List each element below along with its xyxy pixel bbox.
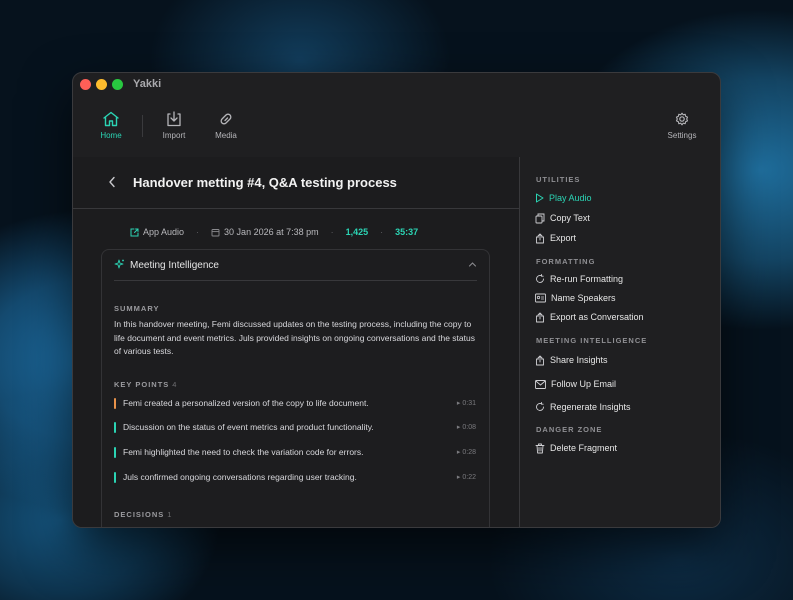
key-point-marker	[114, 447, 116, 458]
chevron-up-icon[interactable]	[468, 261, 477, 268]
media-button[interactable]: Media	[201, 111, 251, 140]
key-point-timestamp[interactable]: ▸ 0:22	[457, 473, 476, 481]
key-point-timestamp[interactable]: ▸ 0:31	[457, 399, 476, 407]
gear-icon	[675, 112, 689, 126]
date-text: 30 Jan 2026 at 7:38 pm	[224, 227, 319, 237]
toolbar-separator	[142, 115, 143, 137]
share-icon	[536, 233, 544, 243]
source-meta: App Audio	[130, 227, 184, 237]
duration: 35:37	[395, 227, 419, 237]
play-icon	[536, 193, 544, 203]
export-button[interactable]: Export	[535, 231, 576, 245]
toolbar: Home Import Media Settings	[73, 97, 720, 157]
import-button[interactable]: Import	[149, 111, 199, 140]
share-insights-button[interactable]: Share Insights	[535, 353, 608, 367]
home-button[interactable]: Home	[86, 111, 136, 140]
main-pane: Handover metting #4, Q&A testing process…	[73, 157, 519, 527]
back-button[interactable]	[107, 175, 117, 194]
decisions-count: 1	[167, 510, 173, 519]
copy-text-button[interactable]: Copy Text	[535, 211, 590, 225]
mail-icon	[535, 379, 546, 389]
key-point-item[interactable]: Juls confirmed ongoing conversations reg…	[114, 471, 476, 485]
share-icon	[536, 355, 544, 365]
import-icon	[167, 111, 181, 127]
trash-icon	[535, 443, 545, 453]
decisions-label: DECISIONS 1	[114, 510, 173, 519]
maximize-window-button[interactable]	[112, 79, 123, 90]
chevron-left-icon	[109, 176, 115, 188]
key-point-text: Femi highlighted the need to check the v…	[123, 447, 364, 457]
regenerate-insights-button[interactable]: Regenerate Insights	[535, 400, 631, 414]
formatting-label: FORMATTING	[536, 257, 596, 266]
key-point-text: Femi created a personalized version of t…	[123, 398, 369, 408]
app-window: Yakki Home Import Media Settings Handove…	[72, 72, 721, 528]
refresh-icon	[536, 402, 544, 411]
key-point-marker	[114, 398, 116, 409]
copy-icon	[535, 213, 545, 223]
name-speakers-button[interactable]: Name Speakers	[535, 291, 616, 305]
external-source-icon	[130, 228, 139, 236]
close-window-button[interactable]	[80, 79, 91, 90]
page-title: Handover metting #4, Q&A testing process	[133, 175, 397, 190]
key-point-text: Juls confirmed ongoing conversations reg…	[123, 472, 357, 482]
key-point-item[interactable]: Discussion on the status of event metric…	[114, 421, 476, 435]
meeting-intelligence-card: Meeting Intelligence SUMMARY In this han…	[101, 249, 490, 527]
summary-label: SUMMARY	[114, 304, 160, 313]
key-point-item[interactable]: Femi highlighted the need to check the v…	[114, 446, 476, 460]
sparkle-icon	[114, 259, 124, 269]
settings-button[interactable]: Settings	[657, 111, 707, 140]
rerun-formatting-button[interactable]: Re-run Formatting	[535, 272, 623, 286]
utilities-label: UTILITIES	[536, 175, 581, 184]
delete-fragment-button[interactable]: Delete Fragment	[535, 441, 617, 455]
actions-sidebar: UTILITIES Play Audio Copy Text Export FO…	[519, 157, 720, 527]
home-icon	[103, 111, 119, 127]
key-point-timestamp[interactable]: ▸ 0:28	[457, 448, 476, 456]
source-text: App Audio	[143, 227, 185, 237]
summary-text: In this handover meeting, Femi discussed…	[114, 319, 475, 356]
recording-meta: App Audio · 30 Jan 2026 at 7:38 pm · 1,4…	[130, 225, 418, 239]
card-title: Meeting Intelligence	[130, 260, 219, 271]
home-label: Home	[100, 131, 122, 140]
play-audio-button[interactable]: Play Audio	[535, 191, 592, 205]
key-point-timestamp[interactable]: ▸ 0:08	[457, 423, 476, 431]
title-bar: Yakki	[73, 73, 720, 97]
settings-label: Settings	[667, 131, 697, 140]
follow-up-email-button[interactable]: Follow Up Email	[535, 377, 616, 391]
link-icon	[220, 113, 232, 125]
word-count: 1,425	[345, 227, 369, 237]
import-label: Import	[162, 131, 186, 140]
key-points-label: KEY POINTS 4	[114, 380, 178, 389]
minimize-window-button[interactable]	[96, 79, 107, 90]
key-point-marker	[114, 422, 116, 433]
export-conversation-button[interactable]: Export as Conversation	[535, 310, 644, 324]
key-point-marker	[114, 472, 116, 483]
key-point-text: Discussion on the status of event metric…	[123, 422, 374, 432]
share-icon	[536, 312, 544, 322]
key-points-count: 4	[172, 380, 178, 389]
meeting-intelligence-label: MEETING INTELLIGENCE	[536, 336, 648, 345]
key-point-item[interactable]: Femi created a personalized version of t…	[114, 397, 476, 411]
date-meta: 30 Jan 2026 at 7:38 pm	[211, 227, 319, 237]
document-header: Handover metting #4, Q&A testing process	[73, 157, 519, 209]
app-title: Yakki	[133, 78, 162, 90]
refresh-icon	[536, 274, 544, 283]
id-card-icon	[535, 293, 546, 303]
meeting-intelligence-header[interactable]: Meeting Intelligence	[114, 250, 477, 281]
calendar-icon	[211, 228, 220, 236]
media-label: Media	[215, 131, 237, 140]
danger-zone-label: DANGER ZONE	[536, 425, 603, 434]
